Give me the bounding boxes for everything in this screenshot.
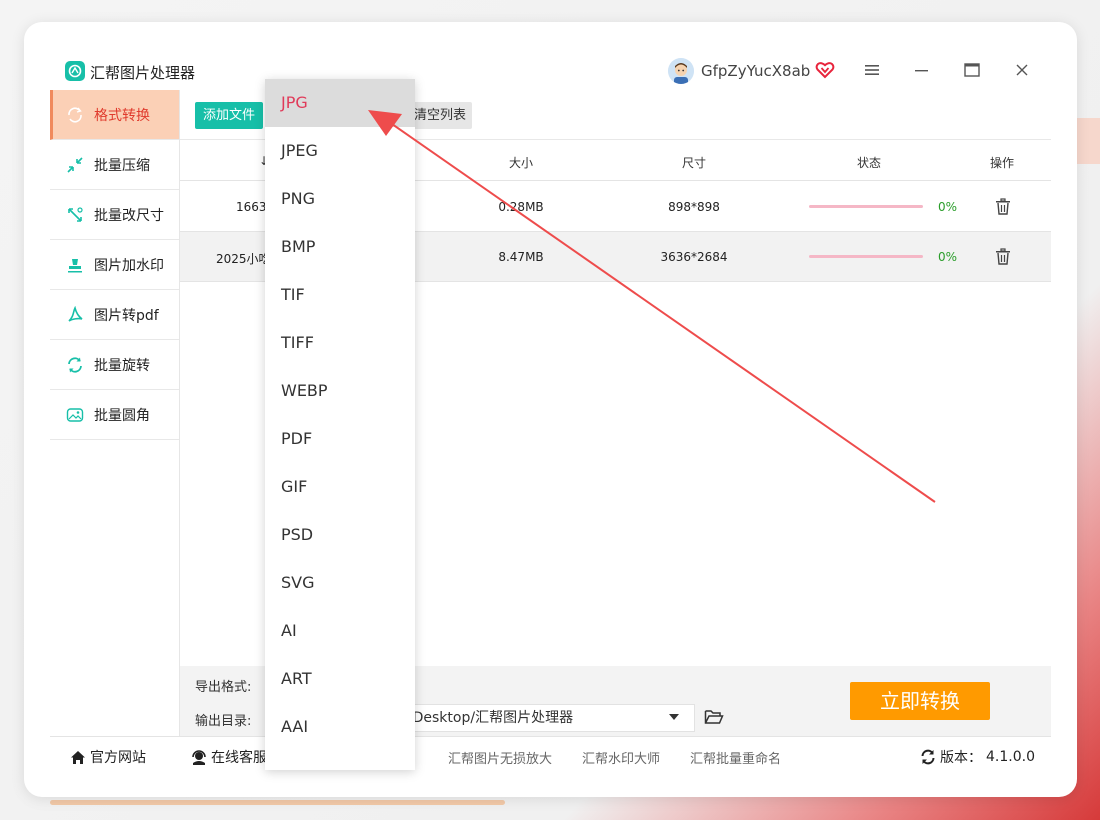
sidebar-item-resize[interactable]: 批量改尺寸 <box>50 190 179 240</box>
progress-bar <box>809 255 923 258</box>
sidebar-item-rotate[interactable]: 批量旋转 <box>50 340 179 390</box>
online-support-link[interactable]: 在线客服 <box>191 747 267 767</box>
sidebar-item-label: 批量圆角 <box>94 407 150 424</box>
file-name: 2025小吃 <box>216 252 271 266</box>
online-support-label: 在线客服 <box>211 750 267 766</box>
format-option-psd[interactable]: PSD <box>265 511 415 559</box>
file-dimensions: 898*898 <box>668 200 720 214</box>
file-size: 8.47MB <box>498 250 544 264</box>
delete-icon[interactable] <box>995 198 1011 216</box>
resize-icon <box>66 206 84 224</box>
file-dimensions: 3636*2684 <box>660 250 728 264</box>
version-info[interactable]: 版本： 4.1.0.0 <box>920 747 1035 767</box>
sidebar-item-label: 批量改尺寸 <box>94 207 164 224</box>
refresh-icon <box>921 749 935 765</box>
round-corner-icon <box>66 406 84 424</box>
format-option-jpg[interactable]: JPG <box>265 79 415 127</box>
maximize-icon[interactable] <box>962 60 982 80</box>
header-dimensions: 尺寸 <box>681 156 707 170</box>
footer-link-upscale[interactable]: 汇帮图片无损放大 <box>448 748 552 767</box>
header-size: 大小 <box>508 156 534 170</box>
sidebar: 格式转换 批量压缩 批量改尺寸 图片加水印 图片转pdf 批量旋转 批量圆角 <box>50 90 180 736</box>
format-option-png[interactable]: PNG <box>265 175 415 223</box>
format-option-ai[interactable]: AI <box>265 607 415 655</box>
close-icon[interactable] <box>1012 60 1032 80</box>
format-option-webp[interactable]: WEBP <box>265 367 415 415</box>
footer-link-rename[interactable]: 汇帮批量重命名 <box>690 748 781 767</box>
compress-icon <box>66 156 84 174</box>
format-convert-icon <box>66 106 84 124</box>
folder-open-icon[interactable] <box>704 708 724 726</box>
convert-now-button[interactable]: 立即转换 <box>850 682 990 720</box>
sidebar-item-format-convert[interactable]: 格式转换 <box>50 90 179 140</box>
file-size: 0.28MB <box>498 200 544 214</box>
clear-list-button[interactable]: 清空列表 <box>408 102 472 129</box>
app-window: 汇帮图片处理器 GfpZyYucX8ab 格式转换 批量压缩 批量改尺寸 图片加… <box>50 48 1051 776</box>
header-status: 状态 <box>856 156 882 170</box>
home-icon <box>71 750 85 764</box>
title-bar: 汇帮图片处理器 GfpZyYucX8ab <box>50 48 1051 92</box>
app-title: 汇帮图片处理器 <box>90 64 196 82</box>
format-option-svg[interactable]: SVG <box>265 559 415 607</box>
vip-heart-icon[interactable] <box>815 60 835 80</box>
official-site-link[interactable]: 官方网站 <box>70 747 146 767</box>
sidebar-item-label: 批量旋转 <box>94 357 150 374</box>
sidebar-item-watermark[interactable]: 图片加水印 <box>50 240 179 290</box>
version-label: 版本： <box>940 750 982 766</box>
progress-percent: 0% <box>938 250 958 264</box>
format-dropdown-menu: JPG JPEG PNG BMP TIF TIFF WEBP PDF GIF P… <box>265 79 415 770</box>
delete-icon[interactable] <box>995 248 1011 266</box>
add-files-button[interactable]: 添加文件 <box>195 102 264 129</box>
menu-icon[interactable] <box>862 60 882 80</box>
progress-bar <box>809 205 923 208</box>
footer-link-watermark[interactable]: 汇帮水印大师 <box>582 748 660 767</box>
format-option-bmp[interactable]: BMP <box>265 223 415 271</box>
rotate-icon <box>66 356 84 374</box>
version-value: 4.1.0.0 <box>986 749 1035 765</box>
output-dir-label: 输出目录: <box>195 714 252 729</box>
background-strip <box>50 800 505 805</box>
footer: 官方网站 在线客服 汇帮图片无损放大 汇帮水印大师 汇帮批量重命名 版本： 4.… <box>50 736 1051 776</box>
sidebar-item-round-corner[interactable]: 批量圆角 <box>50 390 179 440</box>
pdf-icon <box>66 305 84 324</box>
sidebar-item-to-pdf[interactable]: 图片转pdf <box>50 290 179 340</box>
watermark-icon <box>66 256 84 274</box>
app-logo-icon <box>65 61 85 81</box>
format-option-art[interactable]: ART <box>265 655 415 703</box>
sidebar-item-label: 格式转换 <box>94 107 150 124</box>
sidebar-item-label: 图片转pdf <box>94 307 159 324</box>
output-dir-select[interactable]: 3/Desktop/汇帮图片处理器 <box>394 704 695 732</box>
format-option-tiff[interactable]: TIFF <box>265 319 415 367</box>
username[interactable]: GfpZyYucX8ab <box>701 62 810 80</box>
minimize-icon[interactable] <box>912 60 932 80</box>
user-avatar[interactable] <box>668 58 694 84</box>
format-option-tif[interactable]: TIF <box>265 271 415 319</box>
format-option-pdf[interactable]: PDF <box>265 415 415 463</box>
format-option-jpeg[interactable]: JPEG <box>265 127 415 175</box>
sidebar-item-compress[interactable]: 批量压缩 <box>50 140 179 190</box>
format-option-gif[interactable]: GIF <box>265 463 415 511</box>
sidebar-item-label: 批量压缩 <box>94 157 150 174</box>
format-option-aai[interactable]: AAI <box>265 703 415 751</box>
headset-icon <box>192 750 206 765</box>
sidebar-item-label: 图片加水印 <box>94 257 164 274</box>
progress-percent: 0% <box>938 200 958 214</box>
chevron-down-icon[interactable] <box>669 714 679 720</box>
official-site-label: 官方网站 <box>90 750 146 766</box>
header-actions: 操作 <box>989 156 1015 170</box>
export-format-label: 导出格式: <box>195 680 252 695</box>
